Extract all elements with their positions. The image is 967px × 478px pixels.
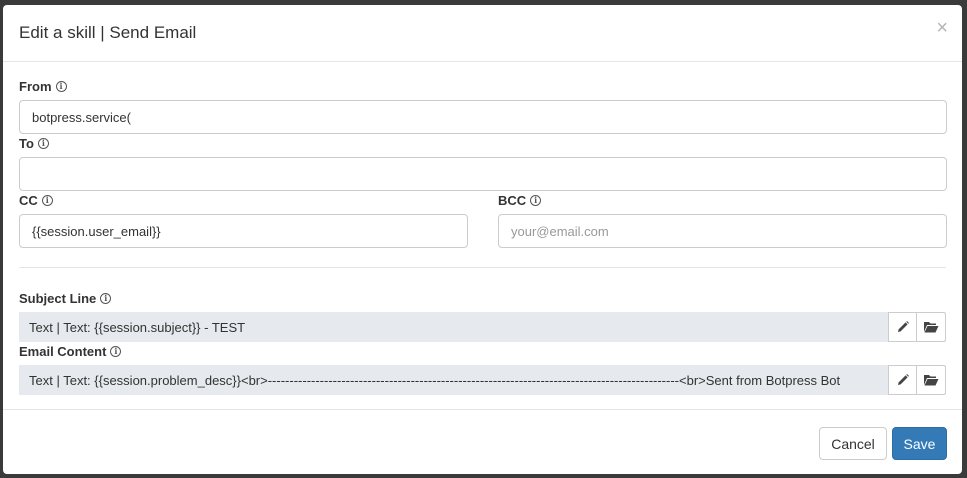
pencil-icon [897,374,909,385]
subject-label-text: Subject Line [19,291,97,306]
info-icon[interactable]: i [110,346,122,357]
to-input[interactable] [19,157,947,191]
browse-content-button[interactable] [917,365,946,395]
browse-subject-button[interactable] [917,312,946,342]
modal-header: Edit a skill | Send Email × [3,5,962,62]
subject-label: Subject Line i [19,291,112,306]
info-icon[interactable]: i [41,195,53,206]
to-label-text: To [19,136,34,151]
from-label-text: From [19,79,52,94]
content-field: Text | Text: {{session.problem_desc}}<br… [19,365,946,395]
content-label: Email Content i [19,344,122,359]
folder-open-icon [924,322,939,333]
subject-value[interactable]: Text | Text: {{session.subject}} - TEST [19,312,888,342]
from-input[interactable]: botpress.service( [19,100,947,134]
divider [19,267,946,268]
edit-subject-button[interactable] [888,312,917,342]
modal-title: Edit a skill | Send Email [19,23,197,42]
from-label: From i [19,79,67,94]
cc-input[interactable]: {{session.user_email}} [19,214,468,248]
save-button[interactable]: Save [892,427,947,460]
content-value[interactable]: Text | Text: {{session.problem_desc}}<br… [19,365,888,395]
folder-open-icon [924,375,939,386]
cancel-button[interactable]: Cancel [819,427,887,460]
bcc-input[interactable]: your@email.com [498,214,947,248]
content-label-text: Email Content [19,344,107,359]
info-icon[interactable]: i [55,81,67,92]
to-label: To i [19,136,49,151]
bcc-label: BCC i [498,193,542,208]
info-icon[interactable]: i [37,138,49,149]
cc-label-text: CC [19,193,38,208]
close-icon[interactable]: × [936,18,948,38]
modal-footer: Cancel Save [3,409,962,474]
info-icon[interactable]: i [530,195,542,206]
cc-label: CC i [19,193,53,208]
bcc-label-text: BCC [498,193,527,208]
edit-skill-modal: Edit a skill | Send Email × From i botpr… [3,5,962,474]
pencil-icon [897,321,909,332]
info-icon[interactable]: i [100,293,112,304]
subject-field: Text | Text: {{session.subject}} - TEST [19,312,946,342]
edit-content-button[interactable] [888,365,917,395]
